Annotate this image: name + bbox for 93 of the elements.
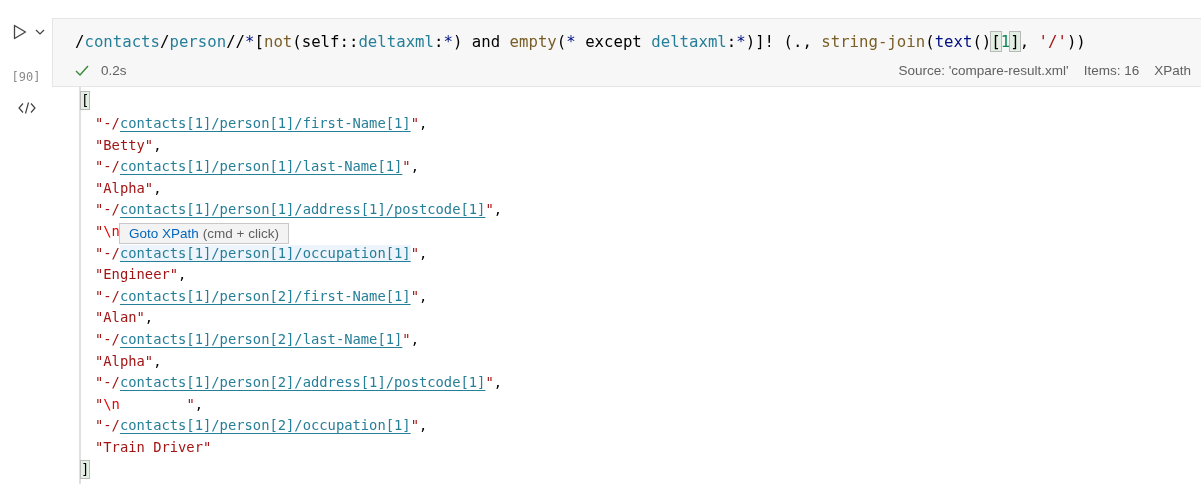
string-literal: ": [185, 395, 195, 412]
path-step: deltaxml: [358, 32, 434, 51]
string-literal: ": [485, 374, 494, 391]
xpath-link[interactable]: contacts[1]/person[1]/address[1]/postcode[1]: [119, 201, 486, 218]
language-label[interactable]: XPath: [1154, 63, 1191, 78]
function-name: string-join: [821, 32, 926, 51]
path-step: contacts: [84, 32, 160, 51]
string-literal: "-/: [95, 115, 120, 131]
string-literal: "Betty": [95, 136, 154, 153]
escape-sequence: \n: [103, 222, 120, 239]
code-text: ,: [493, 201, 503, 218]
string-literal: ": [95, 395, 104, 412]
code-text: )): [1066, 32, 1086, 51]
string-literal: ": [402, 330, 411, 347]
string-literal: "-/: [95, 201, 120, 218]
string-literal: "-/: [95, 158, 120, 175]
code-text: ,: [153, 352, 162, 369]
code-text: ,: [418, 417, 428, 434]
string-literal: "-/: [95, 330, 120, 347]
xpath-link[interactable]: contacts[1]/person[1]/occupation[1]: [119, 244, 411, 261]
operator: *: [566, 32, 576, 51]
operator: *: [245, 32, 255, 51]
goto-xpath-link[interactable]: Goto XPath: [129, 226, 199, 241]
tooltip-hint: (cmd + click): [202, 226, 279, 241]
string-literal: "-/: [95, 244, 120, 261]
code-text: ,: [410, 158, 419, 175]
operator: *: [443, 32, 453, 51]
run-icon[interactable]: [13, 24, 27, 40]
code-text: ,: [410, 330, 419, 347]
path-step: person: [169, 32, 227, 51]
code-text: ,: [418, 287, 428, 304]
string-literal: "-/: [95, 374, 120, 391]
chevron-down-icon[interactable]: [35, 29, 45, 35]
string-literal: ": [410, 244, 419, 261]
xpath-link[interactable]: contacts[1]/person[2]/last-Name[1]: [119, 330, 403, 347]
code-text: :: [726, 32, 737, 51]
code-text: (self::: [292, 32, 359, 51]
operator: text: [934, 32, 973, 51]
bracket-match: [: [991, 32, 1001, 51]
bracket-match: ]: [81, 460, 90, 478]
xpath-link[interactable]: contacts[1]/person[2]/occupation[1]: [119, 417, 411, 434]
code-text: ,: [153, 179, 162, 196]
string-literal: ": [95, 222, 104, 239]
code-text: /: [75, 32, 85, 51]
escape-sequence: \n: [103, 395, 120, 412]
string-literal: "Train Driver": [95, 438, 212, 455]
xpath-link[interactable]: contacts[1]/person[1]/first-Name[1]: [119, 115, 411, 131]
string-literal: "-/: [95, 417, 120, 434]
code-text: (: [925, 32, 935, 51]
function-name: not: [263, 32, 293, 51]
xpath-link[interactable]: contacts[1]/person[1]/last-Name[1]: [119, 158, 403, 175]
execution-count: [90]: [11, 70, 41, 84]
source-label: Source: 'compare-result.xml': [898, 63, 1069, 78]
bracket-match: [: [81, 92, 90, 109]
string-literal: ": [410, 417, 419, 434]
string-literal: '/': [1038, 32, 1067, 51]
code-text: ,: [493, 374, 503, 391]
string-literal: "-/: [95, 287, 120, 304]
function-name: empty: [509, 32, 557, 51]
code-text: ,: [1019, 32, 1031, 51]
code-text: (: [556, 32, 567, 51]
string-literal: "Engineer": [95, 266, 179, 283]
string-literal: "Alpha": [95, 179, 154, 196]
code-cell[interactable]: /contacts/person//*[not(self::deltaxml:*) and empty(* except deltaxml:*)]! (., string-join(text()[1], '/')) 0.2s Source: 'compare-result.xml' Items: 16 XPath: [52, 18, 1201, 87]
string-literal: "Alan": [95, 309, 145, 326]
xpath-link[interactable]: contacts[1]/person[2]/first-Name[1]: [119, 287, 411, 304]
string-literal: ": [410, 115, 419, 131]
code-icon[interactable]: [18, 102, 36, 114]
code-text: )]! (.,: [745, 32, 813, 51]
code-text: /: [160, 32, 170, 51]
code-text: ,: [418, 244, 428, 261]
code-text: ,: [153, 136, 162, 153]
string-literal: "Alpha": [95, 352, 154, 369]
string-literal: ": [410, 287, 419, 304]
code-text: [: [254, 32, 264, 51]
string-literal: ": [485, 201, 494, 218]
code-text: (): [972, 32, 992, 51]
code-text: ,: [194, 395, 203, 412]
code-text: ,: [178, 266, 187, 283]
items-count: Items: 16: [1083, 63, 1140, 78]
path-step: deltaxml: [651, 32, 727, 51]
number-literal: 1: [1000, 32, 1011, 51]
xpath-link[interactable]: contacts[1]/person[2]/address[1]/postcode[1]: [119, 374, 486, 391]
code-text: ) and: [452, 32, 502, 51]
string-literal: ": [402, 158, 411, 175]
code-text: :: [433, 32, 444, 51]
operator: *: [736, 32, 746, 51]
code-text: except: [584, 32, 643, 51]
duration: 0.2s: [101, 63, 127, 78]
code-text: ,: [418, 115, 428, 131]
bracket-match: ]: [1010, 32, 1020, 51]
code-text: //: [226, 32, 246, 51]
code-text: ,: [144, 309, 154, 326]
